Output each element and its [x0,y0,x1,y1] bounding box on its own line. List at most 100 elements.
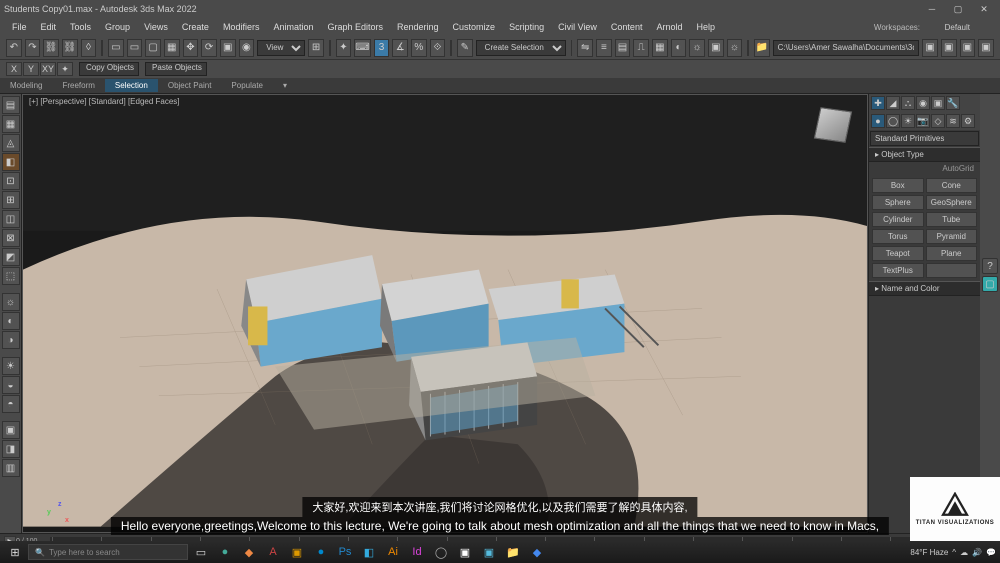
asset3-button[interactable]: ▣ [960,39,976,57]
percent-snap-button[interactable]: % [411,39,427,57]
spacewarps-icon[interactable]: ≋ [946,114,960,128]
paste-objects-dropdown[interactable]: Paste Objects [145,62,207,76]
select-manipulate-button[interactable]: ✦ [336,39,352,57]
app-icon[interactable]: Ps [334,543,356,561]
systems-icon[interactable]: ⚙ [961,114,975,128]
menu-animation[interactable]: Animation [267,20,319,34]
utilities-tab-icon[interactable]: 🔧 [946,96,960,110]
display-tab-icon[interactable]: ▣ [931,96,945,110]
ribbon-collapse-icon[interactable]: ▾ [273,79,297,92]
layer-explorer-icon[interactable]: ▦ [2,115,20,133]
close-button[interactable]: ✕ [972,2,996,16]
create-tab-icon[interactable]: ✚ [871,96,885,110]
plane-button[interactable]: Plane [926,246,978,261]
primitive-category-dropdown[interactable]: Standard Primitives [870,131,979,146]
tool-icon[interactable]: ⬚ [2,267,20,285]
tray-chevron-icon[interactable]: ^ [952,548,956,557]
modify-tab-icon[interactable]: ◢ [886,96,900,110]
tool-icon[interactable]: ◒ [2,376,20,394]
task-view-icon[interactable]: ▭ [190,543,212,561]
edit-named-sel-button[interactable]: ✎ [457,39,473,57]
app-icon[interactable]: ● [310,543,332,561]
tool-icon[interactable]: ◐ [2,312,20,330]
tool-icon[interactable]: ◨ [2,440,20,458]
ribbon-objectpaint[interactable]: Object Paint [158,79,222,92]
select-region-button[interactable]: ▢ [145,39,161,57]
taskbar-search[interactable]: 🔍 Type here to search [28,544,188,560]
keyboard-shortcut-button[interactable]: ⌨ [354,39,370,57]
tool-icon[interactable]: ⊡ [2,172,20,190]
menu-customize[interactable]: Customize [447,20,502,34]
tool-icon[interactable]: ◫ [2,210,20,228]
torus-button[interactable]: Torus [872,229,924,244]
helpers-icon[interactable]: ◇ [931,114,945,128]
link-button[interactable]: ⛓ [43,39,59,57]
tool-icon[interactable]: ☼ [2,293,20,311]
app-icon[interactable]: ● [214,543,236,561]
bind-button[interactable]: ◊ [81,39,97,57]
ribbon-selection[interactable]: Selection [105,79,158,92]
select-object-button[interactable]: ▭ [108,39,124,57]
weather-widget[interactable]: 84°F Haze [910,548,948,557]
shapes-icon[interactable]: ◯ [886,114,900,128]
tray-icon[interactable]: ☁ [960,548,968,557]
menu-help[interactable]: Help [690,20,721,34]
menu-modifiers[interactable]: Modifiers [217,20,266,34]
select-name-button[interactable]: ▭ [127,39,143,57]
rotate-button[interactable]: ⟳ [201,39,217,57]
cameras-icon[interactable]: 📷 [916,114,930,128]
align-button[interactable]: ≡ [596,39,612,57]
render-setup-button[interactable]: ☼ [689,39,705,57]
box-button[interactable]: Box [872,178,924,193]
teapot-button[interactable]: Teapot [872,246,924,261]
curve-editor-button[interactable]: ⎍ [633,39,649,57]
open-folder-button[interactable]: 📁 [754,39,770,57]
geometry-icon[interactable]: ● [871,114,885,128]
tube-button[interactable]: Tube [926,212,978,227]
tool-icon[interactable]: ▥ [2,459,20,477]
tray-icon[interactable]: 🔊 [972,548,982,557]
cylinder-button[interactable]: Cylinder [872,212,924,227]
asset-button[interactable]: ▣ [922,39,938,57]
render-frame-button[interactable]: ▣ [708,39,724,57]
undo-button[interactable]: ↶ [6,39,22,57]
motion-tab-icon[interactable]: ◉ [916,96,930,110]
app-icon[interactable]: A [262,543,284,561]
minimize-button[interactable]: ─ [920,2,944,16]
tool-icon[interactable]: ◧ [2,153,20,171]
maximize-button[interactable]: ▢ [946,2,970,16]
material-editor-button[interactable]: ◐ [671,39,687,57]
start-button[interactable]: ⊞ [4,543,26,561]
menu-edit[interactable]: Edit [35,20,63,34]
use-center-button[interactable]: ⊞ [308,39,324,57]
mirror-button[interactable]: ⇋ [577,39,593,57]
xyz-constraint[interactable]: ✦ [57,62,73,76]
layers-button[interactable]: ▤ [615,39,631,57]
app-icon[interactable]: ◆ [526,543,548,561]
app-icon[interactable]: 📁 [502,543,524,561]
y-constraint[interactable]: Y [23,62,39,76]
viewcube[interactable] [811,103,855,147]
angle-snap-button[interactable]: ∡ [392,39,408,57]
tool-icon[interactable]: ☀ [2,357,20,375]
viewport[interactable]: [+] [Perspective] [Standard] [Edged Face… [22,94,868,533]
unlink-button[interactable]: ⛓ [62,39,78,57]
sphere-button[interactable]: Sphere [872,195,924,210]
redo-button[interactable]: ↷ [25,39,41,57]
viewport-layout-icon[interactable]: ▢ [982,276,998,292]
menu-grapheditors[interactable]: Graph Editors [321,20,389,34]
named-selection-dropdown[interactable]: Create Selection Se [476,40,566,56]
menu-create[interactable]: Create [176,20,215,34]
ref-coord-dropdown[interactable]: View [257,40,305,56]
tool-icon[interactable]: ◑ [2,331,20,349]
xy-constraint[interactable]: XY [40,62,56,76]
crease-explorer-icon[interactable]: ◬ [2,134,20,152]
app-icon[interactable]: ▣ [454,543,476,561]
tray-notifications-icon[interactable]: 💬 [986,548,996,557]
menu-views[interactable]: Views [138,20,174,34]
snap-toggle-button[interactable]: 3 [374,39,390,57]
menu-tools[interactable]: Tools [64,20,97,34]
menu-rendering[interactable]: Rendering [391,20,445,34]
render-button[interactable]: ☼ [727,39,743,57]
ribbon-freeform[interactable]: Freeform [52,79,104,92]
